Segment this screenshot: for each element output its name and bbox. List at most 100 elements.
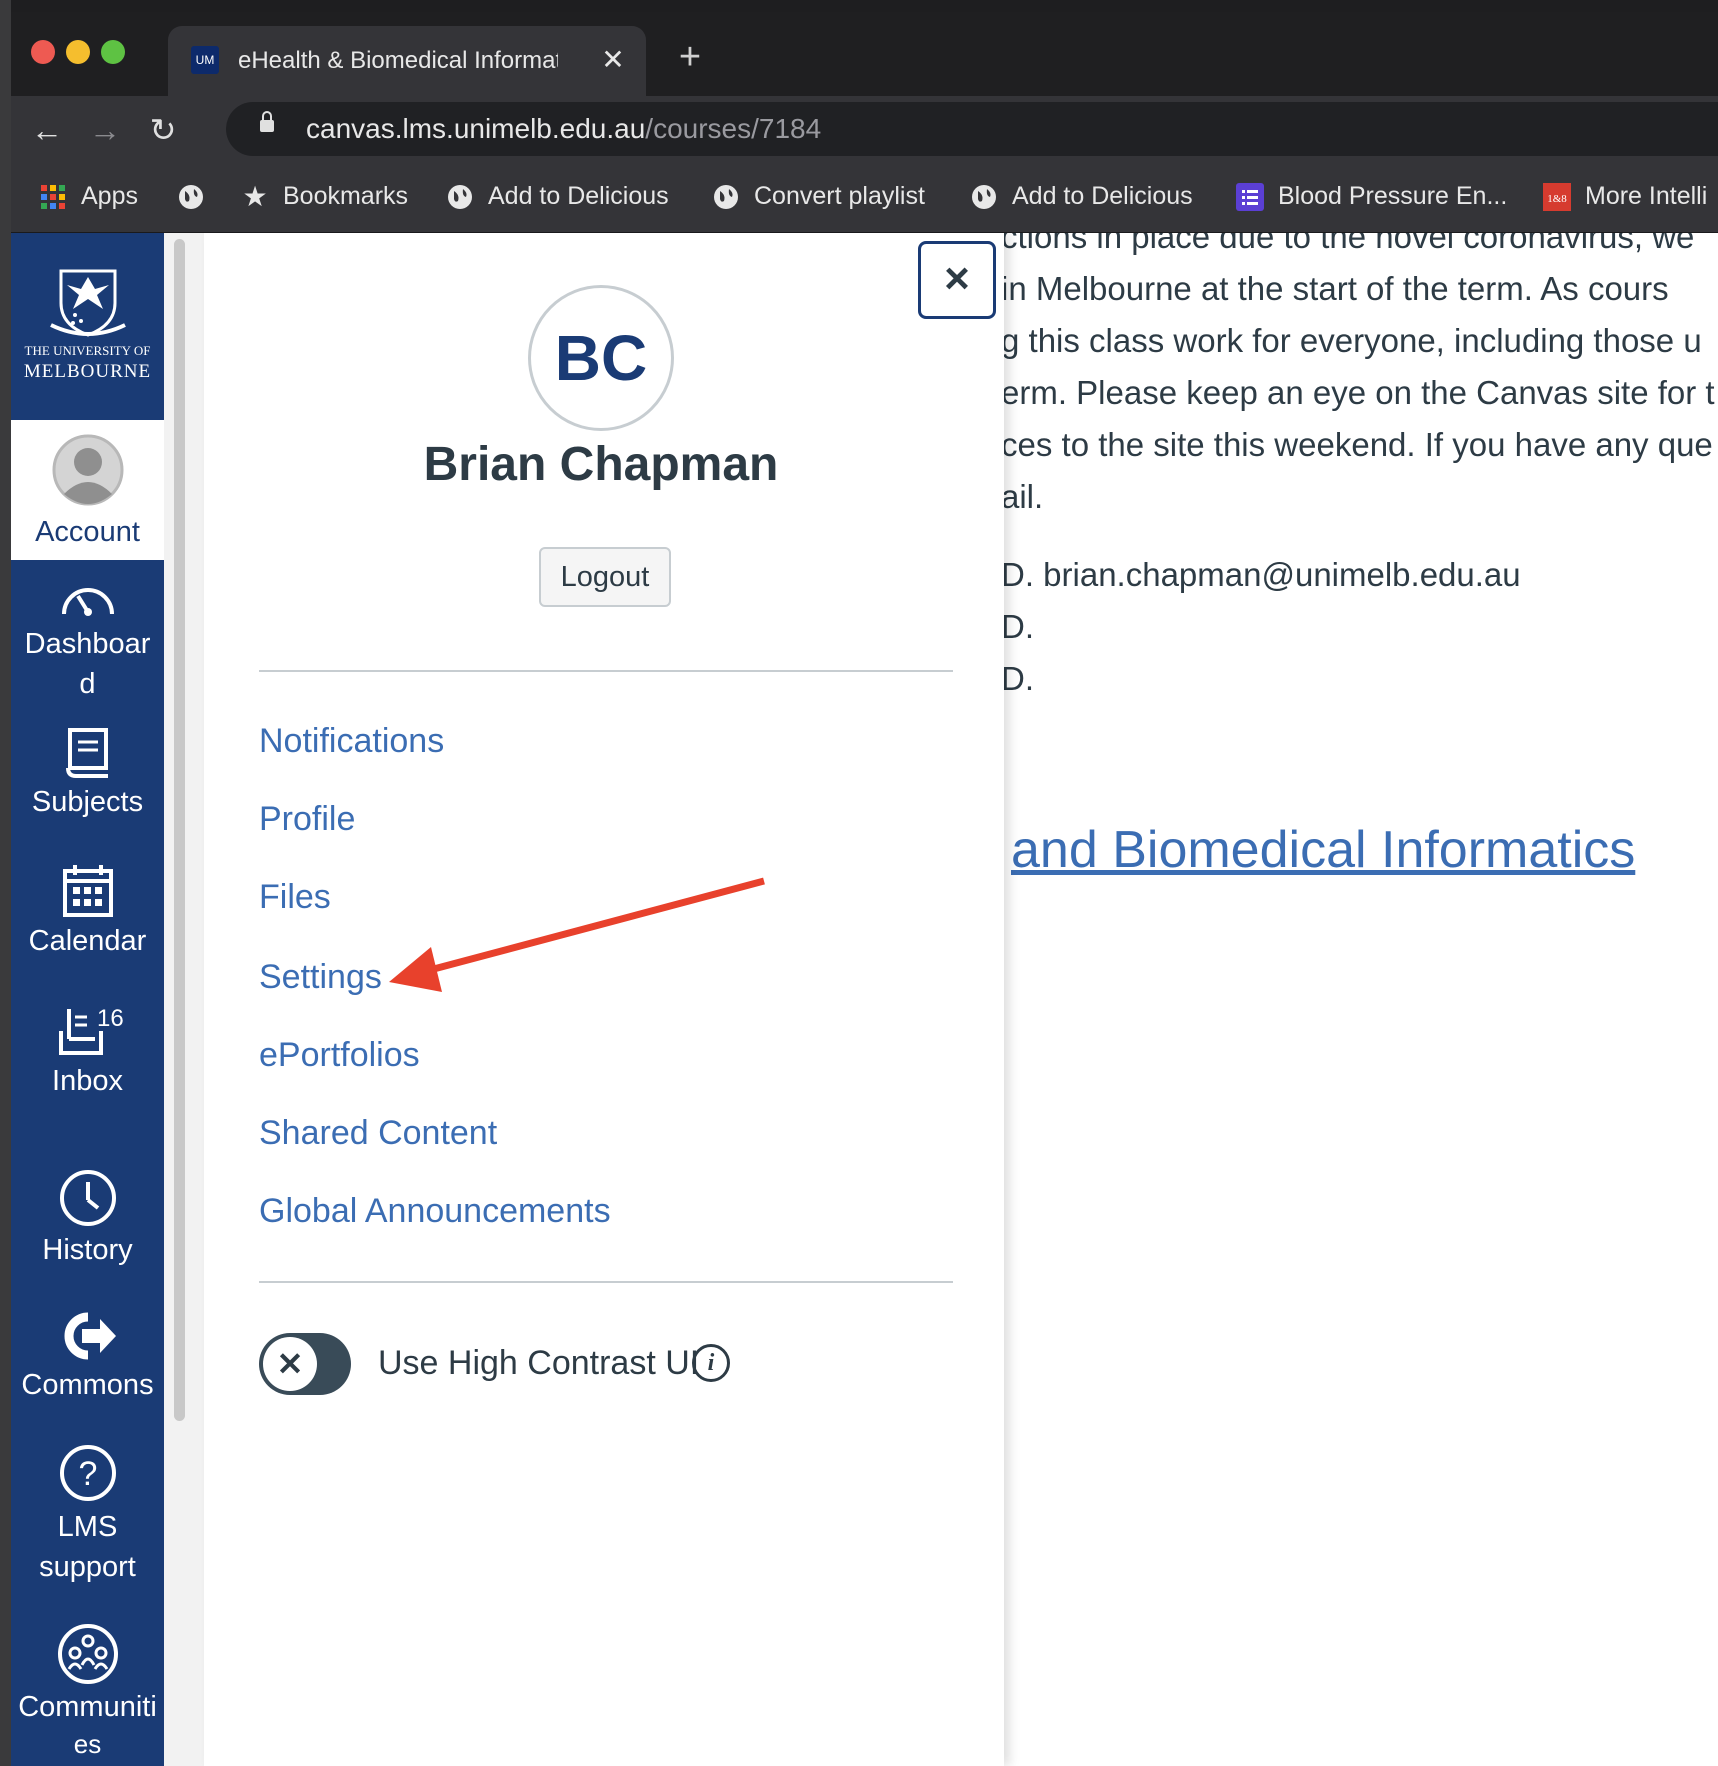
inbox-unread-badge: 16 <box>97 1005 124 1032</box>
text-line: g this class work for everyone, includin… <box>1001 322 1702 359</box>
apps-grid-icon <box>41 185 65 210</box>
background-tab-strip <box>0 0 1718 12</box>
bookmark-convert-playlist[interactable]: Convert playlist <box>712 178 925 214</box>
bookmark-label: Apps <box>81 182 138 210</box>
bookmark-label: Add to Delicious <box>1012 182 1193 210</box>
reload-icon[interactable]: ↻ <box>143 110 183 150</box>
bookmark-label: Convert playlist <box>754 182 925 210</box>
communities-icon <box>57 1624 118 1684</box>
back-arrow-icon[interactable]: ← <box>27 110 67 150</box>
nav-label: Account <box>35 516 140 548</box>
text-line: ces to the site this weekend. If you hav… <box>1001 426 1713 463</box>
nav-item-inbox[interactable]: 16 Inbox <box>11 1003 164 1101</box>
link-global-announcements[interactable]: Global Announcements <box>259 1189 611 1233</box>
course-heading-link[interactable]: and Biomedical Informatics <box>1011 820 1635 880</box>
commons-icon <box>64 1312 116 1360</box>
star-icon: ★ <box>242 181 268 213</box>
maximize-window-button[interactable] <box>101 40 125 64</box>
nav-item-history[interactable]: History <box>11 1168 164 1270</box>
globe-icon <box>714 185 738 210</box>
link-files[interactable]: Files <box>259 875 331 919</box>
nav-label: Commons <box>21 1369 154 1401</box>
address-bar[interactable]: canvas.lms.unimelb.edu.au/courses/7184 <box>226 102 1718 156</box>
close-icon: ✕ <box>263 1337 317 1391</box>
nav-item-calendar[interactable]: Calendar <box>11 863 164 961</box>
logout-button[interactable]: Logout <box>539 547 671 607</box>
unimelb-logo[interactable]: THE UNIVERSITY OF MELBOURNE <box>11 233 164 420</box>
unimelb-favicon-icon: UM <box>191 46 219 74</box>
new-tab-button[interactable]: + <box>672 38 708 76</box>
logo-line1: THE UNIVERSITY OF <box>24 343 151 358</box>
nav-item-account[interactable]: Account <box>11 420 164 560</box>
minimize-window-button[interactable] <box>66 40 90 64</box>
nav-label: History <box>42 1234 133 1266</box>
nav-item-subjects[interactable]: Subjects <box>11 726 164 822</box>
user-avatar: BC <box>528 285 674 431</box>
text-line: ail. <box>1001 478 1044 515</box>
globe-icon <box>448 185 472 210</box>
url-path: /courses/7184 <box>645 113 822 144</box>
lock-icon <box>260 111 274 132</box>
bookmarks-bar: Apps ★ Bookmarks Add to Delicious Convert… <box>11 162 1718 233</box>
link-shared-content[interactable]: Shared Content <box>259 1111 497 1155</box>
nav-item-dashboard[interactable]: Dashboar d <box>11 578 164 704</box>
text-line: in Melbourne at the start of the term. A… <box>1001 270 1669 307</box>
bookmark-add-to-delicious[interactable]: Add to Delicious <box>446 178 669 214</box>
help-icon: ? <box>59 1445 116 1501</box>
text-line <box>1001 523 1718 549</box>
link-profile[interactable]: Profile <box>259 797 355 841</box>
high-contrast-toggle[interactable]: ✕ <box>259 1333 351 1395</box>
bookmark-bookmarks[interactable]: ★ Bookmarks <box>241 178 408 214</box>
tab-close-icon[interactable]: ✕ <box>598 44 628 76</box>
text-line: D. brian.chapman@unimelb.edu.au <box>1001 556 1521 593</box>
scrollbar-thumb[interactable] <box>174 239 185 1421</box>
close-tray-button[interactable]: × <box>918 241 996 319</box>
divider <box>259 670 953 672</box>
text-line: D. <box>1001 660 1034 697</box>
nav-label: Inbox <box>52 1065 123 1097</box>
nav-label-2: support <box>39 1551 136 1583</box>
account-tray: × BC Brian Chapman Logout Notifications … <box>204 233 1004 1766</box>
link-notifications[interactable]: Notifications <box>259 719 444 763</box>
divider <box>259 1281 953 1283</box>
nav-label: Subjects <box>31 786 144 818</box>
bookmark-add-to-delicious-2[interactable]: Add to Delicious <box>970 178 1193 214</box>
nav-item-commons[interactable]: Commons <box>11 1311 164 1405</box>
bookmark-blood-pressure[interactable]: Blood Pressure En... <box>1236 178 1507 214</box>
browser-toolbar: ← → ↻ canvas.lms.unimelb.edu.au/courses/… <box>11 96 1718 162</box>
svg-text:1&8: 1&8 <box>1547 193 1567 205</box>
window-edge <box>0 0 11 1766</box>
nav-label: LMS <box>57 1511 118 1543</box>
high-contrast-label: Use High Contrast UI <box>378 1344 700 1382</box>
avatar-icon <box>52 434 123 506</box>
active-tab[interactable]: UM eHealth & Biomedical Informatics ✕ <box>168 26 646 96</box>
close-window-button[interactable] <box>31 40 55 64</box>
url-host: canvas.lms.unimelb.edu.au <box>306 113 646 144</box>
tray-scrollbar[interactable] <box>164 233 204 1766</box>
clock-icon <box>59 1170 116 1226</box>
bookmark-more-intelli[interactable]: 1&8 More Intelli <box>1543 178 1707 214</box>
bookmark-apps[interactable]: Apps <box>39 178 138 214</box>
nav-label: Dashboar <box>24 628 151 660</box>
course-announcement-text: ctions in place due to the novel coronav… <box>1001 233 1718 705</box>
svg-text:?: ? <box>78 1455 97 1493</box>
logo-line2: MELBOURNE <box>23 361 152 382</box>
tab-title: eHealth & Biomedical Informatics <box>238 47 558 74</box>
link-eportfolios[interactable]: ePortfolios <box>259 1033 420 1077</box>
canvas-page: ctions in place due to the novel coronav… <box>11 233 1718 1766</box>
book-icon <box>65 728 108 778</box>
site-icon: 1&8 <box>1543 183 1571 212</box>
user-name: Brian Chapman <box>423 438 779 491</box>
nav-label-2: es <box>73 1729 102 1759</box>
forward-arrow-icon[interactable]: → <box>85 110 125 150</box>
bookmark-globe[interactable] <box>177 178 219 214</box>
nav-item-lms-support[interactable]: ? LMS support <box>11 1443 164 1587</box>
text-line: ctions in place due to the novel coronav… <box>1001 233 1695 255</box>
link-settings[interactable]: Settings <box>259 955 382 999</box>
info-icon[interactable]: i <box>692 1344 730 1382</box>
nav-item-communities[interactable]: Communiti es <box>11 1623 164 1761</box>
text-line: erm. Please keep an eye on the Canvas si… <box>1001 374 1715 411</box>
url-text[interactable]: canvas.lms.unimelb.edu.au/courses/7184 <box>306 112 821 146</box>
globe-icon <box>179 185 203 210</box>
nav-label-2: d <box>79 668 96 700</box>
